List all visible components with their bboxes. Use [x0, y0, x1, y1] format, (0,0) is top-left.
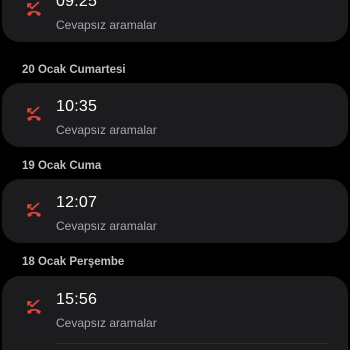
date-header: 20 Ocak Cumartesi	[22, 64, 126, 76]
date-header: 19 Ocak Cuma	[22, 160, 102, 172]
date-header: 18 Ocak Perşembe	[22, 256, 125, 268]
call-entry[interactable]: 15:56 Cevapsız aramalar	[2, 276, 348, 350]
missed-call-icon	[27, 106, 41, 121]
call-type-label: Cevapsız aramalar	[56, 316, 157, 330]
call-entry[interactable]: 09:25 Cevapsız aramalar	[2, 0, 348, 42]
list-divider	[56, 343, 328, 344]
call-entry[interactable]: 12:07 Cevapsız aramalar	[2, 179, 348, 243]
call-time: 09:25	[56, 0, 98, 10]
call-type-label: Cevapsız aramalar	[56, 123, 157, 137]
call-type-label: Cevapsız aramalar	[56, 219, 157, 233]
call-time: 12:07	[56, 194, 98, 211]
call-type-label: Cevapsız aramalar	[56, 18, 157, 32]
missed-call-icon	[27, 202, 41, 217]
call-log-screen: 09:25 Cevapsız aramalar 20 Ocak Cumartes…	[0, 0, 350, 350]
call-time: 10:35	[56, 98, 98, 115]
call-entry[interactable]: 10:35 Cevapsız aramalar	[2, 83, 348, 147]
call-time: 15:56	[56, 291, 98, 308]
missed-call-icon	[27, 299, 41, 314]
missed-call-icon	[27, 1, 41, 16]
